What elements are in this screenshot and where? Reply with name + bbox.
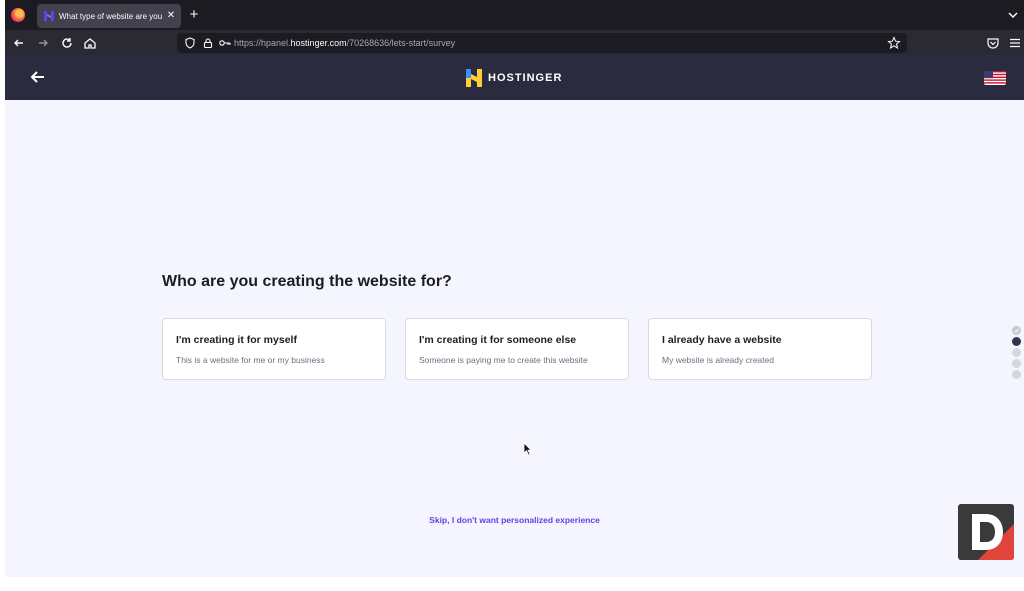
pocket-icon[interactable] <box>985 35 1001 51</box>
survey-content: Who are you creating the website for? I'… <box>5 100 1024 577</box>
us-flag-icon[interactable] <box>984 71 1006 85</box>
option-title: I'm creating it for myself <box>176 334 297 346</box>
hostinger-favicon-icon <box>44 11 54 21</box>
forward-arrow-icon[interactable] <box>35 35 51 51</box>
browser-tab[interactable]: What type of website are you c ✕ <box>37 4 181 28</box>
skip-survey-link[interactable]: Skip, I don't want personalized experien… <box>5 514 1024 526</box>
option-description: Someone is paying me to create this webs… <box>419 355 588 365</box>
progress-steps <box>1012 326 1022 386</box>
option-title: I'm creating it for someone else <box>419 334 577 346</box>
progress-step <box>1012 359 1021 368</box>
logo-text: HOSTINGER <box>488 72 563 84</box>
tab-close-icon[interactable]: ✕ <box>165 9 177 23</box>
option-card-existing-website[interactable]: I already have a website My website is a… <box>648 318 872 380</box>
site-header: HOSTINGER <box>5 55 1024 100</box>
mouse-cursor-icon <box>523 442 532 456</box>
progress-step-current <box>1012 337 1021 346</box>
progress-step <box>1012 370 1021 379</box>
option-description: My website is already created <box>662 355 774 365</box>
menu-icon[interactable] <box>1007 35 1023 51</box>
option-card-someone-else[interactable]: I'm creating it for someone else Someone… <box>405 318 629 380</box>
new-tab-plus-icon[interactable]: + <box>185 6 203 24</box>
url-prefix: https://hpanel. <box>234 38 291 48</box>
lock-icon[interactable] <box>201 36 215 50</box>
firefox-logo-icon[interactable] <box>11 8 25 22</box>
chevron-down-icon[interactable] <box>1006 8 1020 22</box>
reload-icon[interactable] <box>59 35 75 51</box>
check-icon <box>1012 326 1021 335</box>
back-arrow-icon[interactable] <box>11 35 27 51</box>
url-path: /70268636/lets-start/survey <box>346 38 456 48</box>
browser-window: What type of website are you c ✕ + https… <box>5 0 1024 577</box>
address-bar[interactable]: https://hpanel.hostinger.com/70268636/le… <box>177 33 907 53</box>
url-domain: hostinger.com <box>290 38 347 48</box>
option-title: I already have a website <box>662 334 782 346</box>
home-icon[interactable] <box>82 35 98 51</box>
star-icon[interactable] <box>887 36 901 50</box>
url-text[interactable]: https://hpanel.hostinger.com/70268636/le… <box>234 36 455 50</box>
hostinger-logo-icon <box>466 69 482 87</box>
back-arrow-icon[interactable] <box>29 68 47 86</box>
option-description: This is a website for me or my business <box>176 355 325 365</box>
progress-step <box>1012 348 1021 357</box>
tab-strip: What type of website are you c ✕ + <box>5 0 1024 30</box>
tab-title: What type of website are you c <box>59 12 163 21</box>
shield-icon[interactable] <box>183 36 197 50</box>
watermark-logo-icon <box>958 504 1014 560</box>
key-icon[interactable] <box>218 36 232 50</box>
survey-question: Who are you creating the website for? <box>162 273 452 290</box>
option-card-myself[interactable]: I'm creating it for myself This is a web… <box>162 318 386 380</box>
navigation-toolbar: https://hpanel.hostinger.com/70268636/le… <box>5 30 1024 55</box>
